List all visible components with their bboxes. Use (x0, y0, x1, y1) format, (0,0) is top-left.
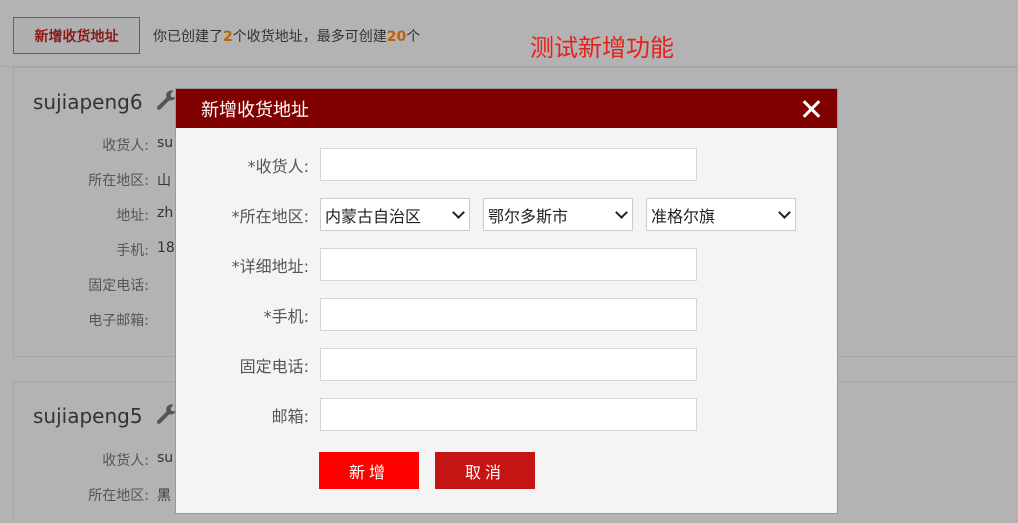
field-region: 所在地区: 黑 (14, 485, 171, 505)
mobile-label: *手机: (263, 306, 309, 326)
region-label: *所在地区: (231, 206, 309, 226)
add-address-button[interactable]: 新增收货地址 (13, 17, 140, 54)
field-mobile: 手机: 18 (14, 240, 175, 260)
district-value: 准格尔旗 (651, 206, 716, 226)
add-address-dialog: 新增收货地址 *收货人: *所在地区: 内蒙古自治区 鄂尔多斯市 准格尔旗 *详… (175, 88, 838, 514)
field-label: 地址: (116, 208, 149, 224)
city-value: 鄂尔多斯市 (488, 206, 569, 226)
phone-input[interactable] (320, 348, 697, 381)
city-select[interactable]: 鄂尔多斯市 (483, 198, 633, 231)
mobile-input[interactable] (320, 298, 697, 331)
detail-row: *详细地址: (176, 248, 697, 281)
address-count: 2 (223, 28, 233, 45)
field-value: 山 (157, 173, 171, 189)
close-icon[interactable] (801, 99, 821, 119)
region-row: *所在地区: 内蒙古自治区 鄂尔多斯市 准格尔旗 (176, 198, 796, 231)
field-label: 所在地区: (88, 173, 149, 189)
card-title: sujiapeng6 (33, 90, 179, 114)
receiver-row: *收货人: (176, 148, 697, 181)
dialog-title: 新增收货地址 (201, 99, 309, 121)
field-label: 所在地区: (88, 488, 149, 504)
address-count-summary: 你已创建了2个收货地址，最多可创建20个 (153, 26, 420, 46)
email-label: 邮箱: (271, 406, 309, 426)
address-max: 20 (386, 28, 407, 45)
dialog-header: 新增收货地址 (176, 89, 837, 128)
test-label: 测试新增功能 (530, 34, 674, 62)
field-region: 所在地区: 山 (14, 170, 171, 190)
phone-row: 固定电话: (176, 348, 697, 381)
detail-address-input[interactable] (320, 248, 697, 281)
receiver-label: *收货人: (247, 156, 309, 176)
field-email: 电子邮箱: (14, 310, 157, 330)
field-value: su (157, 450, 174, 466)
phone-label: 固定电话: (239, 356, 309, 376)
district-select[interactable]: 准格尔旗 (646, 198, 796, 231)
field-label: 固定电话: (88, 278, 149, 294)
card-name: sujiapeng6 (33, 90, 143, 114)
province-select[interactable]: 内蒙古自治区 (320, 198, 470, 231)
chevron-down-icon (778, 205, 791, 219)
chevron-down-icon (615, 205, 628, 219)
field-label: 收货人: (102, 138, 149, 154)
card-title: sujiapeng5 (33, 404, 179, 428)
address-toolbar: 新增收货地址 你已创建了2个收货地址，最多可创建20个 (13, 17, 420, 54)
field-value: zh (157, 205, 174, 221)
submit-button[interactable]: 新增 (319, 452, 419, 489)
receiver-input[interactable] (320, 148, 697, 181)
field-label: 电子邮箱: (88, 313, 149, 329)
field-label: 收货人: (102, 453, 149, 469)
cancel-button[interactable]: 取消 (435, 452, 535, 489)
field-label: 手机: (116, 243, 149, 259)
field-value: su (157, 135, 174, 151)
summary-suffix: 个 (406, 28, 421, 45)
email-row: 邮箱: (176, 398, 697, 431)
chevron-down-icon (452, 205, 465, 219)
field-address: 地址: zh (14, 205, 173, 225)
field-value: 黑 (157, 488, 171, 504)
province-value: 内蒙古自治区 (325, 206, 422, 226)
field-receiver: 收货人: su (14, 135, 173, 155)
detail-label: *详细地址: (231, 256, 309, 276)
email-input[interactable] (320, 398, 697, 431)
summary-prefix: 你已创建了 (153, 28, 223, 45)
card-name: sujiapeng5 (33, 404, 143, 428)
field-phone: 固定电话: (14, 275, 157, 295)
field-receiver: 收货人: su (14, 450, 173, 470)
field-value: 18 (157, 240, 175, 256)
mobile-row: *手机: (176, 298, 697, 331)
summary-mid: 个收货地址，最多可创建 (232, 28, 387, 45)
